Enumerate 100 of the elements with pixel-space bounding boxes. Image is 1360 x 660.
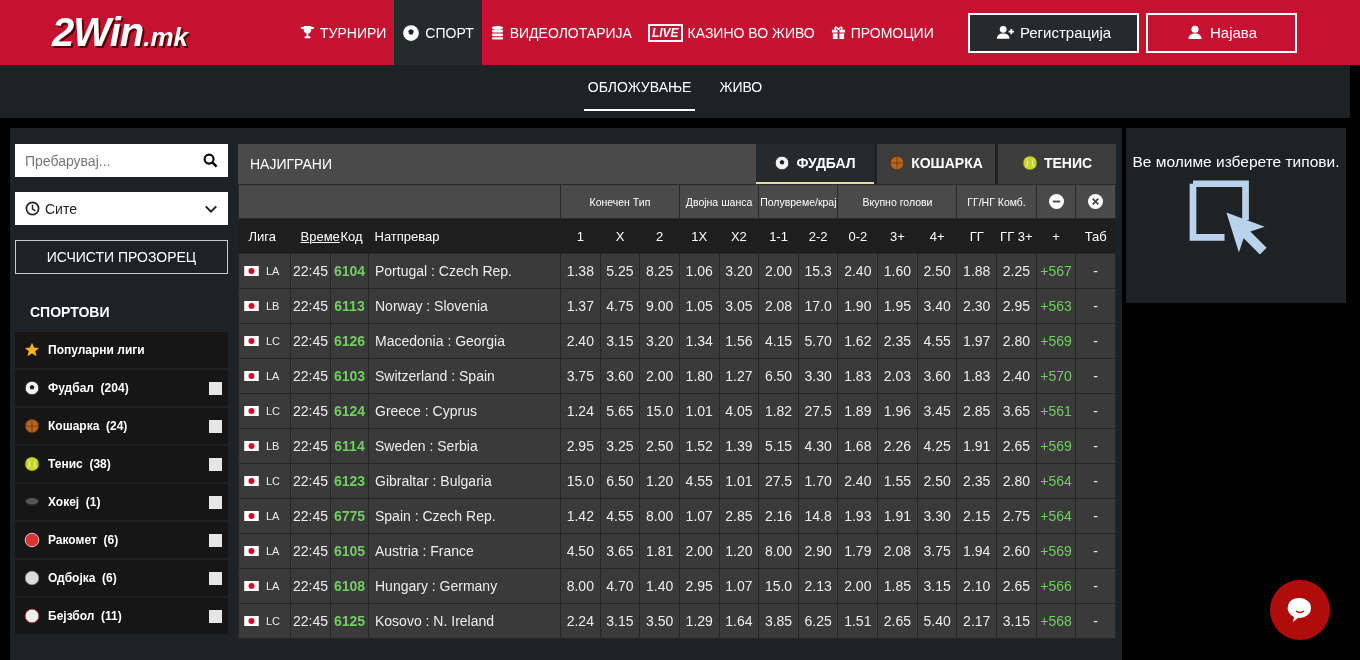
site-logo[interactable]: 2Win.mk	[52, 10, 282, 55]
flag-icon	[244, 266, 259, 276]
table-cell: 6114	[334, 438, 365, 454]
table-cell: -	[1093, 473, 1098, 489]
ball-icon	[24, 570, 40, 586]
soccer-ball-icon	[402, 23, 421, 42]
table-cell: 6105	[333, 543, 366, 559]
live-badge: LIVE	[647, 23, 683, 42]
column-header: 1-1	[769, 228, 788, 244]
flag-icon	[244, 301, 259, 311]
table-cell: LA	[266, 510, 280, 522]
table-cell: LC	[266, 615, 281, 627]
checkbox[interactable]	[209, 533, 222, 547]
table-cell: LA	[266, 370, 280, 382]
column-header: X2	[730, 228, 747, 244]
search-field[interactable]: Пребарувај...	[15, 144, 228, 177]
table-cell: LA	[266, 580, 280, 592]
table-cell: 22:45	[292, 333, 328, 349]
betslip-message: Ве молиме изберете типови.	[1132, 153, 1340, 171]
column-header: Натпревар	[374, 228, 440, 244]
checkbox[interactable]	[209, 419, 222, 433]
table-cell: -	[1093, 613, 1098, 629]
section-tab[interactable]: ЖИВО	[715, 65, 767, 111]
checkbox[interactable]	[209, 571, 222, 585]
table-cell: -	[1093, 333, 1098, 349]
table-cell: -	[1093, 438, 1098, 454]
nav-item[interactable]: LIVE КАЗИНО ВО ЖИВО	[639, 0, 823, 65]
sport-tab[interactable]: ТЕНИС	[998, 144, 1116, 184]
table-cell: 6125	[333, 613, 366, 629]
checkbox[interactable]	[209, 609, 222, 623]
nav-item[interactable]: СПОРТ	[394, 0, 482, 65]
column-group-header: Конечен Тип	[560, 184, 680, 219]
sport-item[interactable]: Тенис (38)	[15, 446, 228, 482]
sports-heading: СПОРТОВИ	[29, 303, 111, 322]
flag-icon	[244, 406, 259, 416]
checkbox[interactable]	[209, 495, 222, 509]
section-tab[interactable]: ОБЛОЖУВАЊЕ	[583, 65, 696, 111]
table-cell: -	[1093, 298, 1098, 314]
table-cell: 6123	[333, 473, 366, 489]
flag-icon	[244, 581, 259, 591]
add-user-icon	[995, 25, 1014, 40]
column-header: ГГ	[969, 228, 984, 244]
table-cell: 22:45	[292, 403, 328, 419]
column-header: Код	[340, 228, 363, 244]
table-cell: LB	[266, 440, 280, 452]
table-cell: 22:45	[292, 368, 328, 384]
column-group-header: Вкупно голови	[838, 184, 957, 219]
basketball-icon	[889, 155, 906, 171]
column-header: 2	[656, 228, 664, 244]
sport-item[interactable]: Бејзбол (11)	[15, 598, 228, 634]
table-cell: 22:45	[292, 613, 328, 629]
table-cell: -	[1093, 263, 1098, 279]
sport-item[interactable]: Одбојка (6)	[15, 560, 228, 596]
user-icon	[1186, 25, 1204, 40]
nav-item[interactable]: ВИДЕОЛОТАРИЈА	[481, 0, 640, 65]
search-icon	[203, 153, 218, 168]
column-header: 3+	[890, 228, 905, 244]
soccer-ball-icon	[24, 380, 40, 396]
column-header[interactable]: Време	[300, 228, 340, 244]
table-cell: LC	[266, 405, 281, 417]
nav-item[interactable]: ПРОМОЦИИ	[822, 0, 942, 65]
tennis-ball-icon	[1021, 155, 1038, 171]
column-header: 2-2	[808, 228, 828, 244]
minus-circle-icon[interactable]	[1048, 194, 1064, 209]
column-header: Таб	[1084, 228, 1107, 244]
sport-item[interactable]: Кошарка (24)	[15, 408, 228, 444]
basketball-icon	[24, 418, 40, 434]
table-cell: 6108	[333, 578, 366, 594]
checkbox[interactable]	[209, 457, 222, 471]
clear-button[interactable]: ИСЧИСТИ ПРОЗОРЕЦ	[15, 240, 228, 274]
sport-item[interactable]: Ракомет (6)	[15, 522, 228, 558]
sport-item[interactable]: Хокеј (1)	[15, 484, 228, 520]
sport-tab[interactable]: КОШАРКА	[877, 144, 995, 184]
login-button[interactable]: Најава	[1146, 12, 1297, 53]
soccer-ball-icon	[774, 155, 791, 171]
flag-icon	[244, 336, 259, 346]
time-filter-dropdown[interactable]: Сите	[15, 192, 228, 225]
table-cell: 6775	[333, 508, 366, 524]
section-title: НАЈИГРАНИ	[238, 144, 756, 184]
gift-icon	[830, 25, 846, 40]
sport-item[interactable]: Популарни лиги	[15, 332, 228, 368]
register-button[interactable]: Регистрација	[968, 12, 1139, 53]
chat-button[interactable]	[1270, 580, 1330, 640]
tennis-ball-icon	[24, 456, 40, 472]
trophy-icon	[300, 25, 315, 40]
table-cell: 22:45	[292, 578, 328, 594]
column-group-header: Двојна шанса	[679, 184, 759, 219]
table-cell: 22:45	[292, 473, 328, 489]
table-cell: 22:45	[292, 298, 328, 314]
flag-icon	[244, 371, 259, 381]
table-cell: 6126	[333, 333, 366, 349]
close-icon[interactable]	[1088, 194, 1104, 209]
sport-item[interactable]: Фудбал (204)	[15, 370, 228, 406]
column-header: 1X	[691, 228, 708, 244]
sport-tab[interactable]: ФУДБАЛ	[756, 144, 874, 184]
checkbox[interactable]	[209, 381, 222, 395]
table-cell: -	[1093, 403, 1098, 419]
table-cell: 6124	[333, 403, 366, 419]
nav-item[interactable]: ТУРНИРИ	[292, 0, 395, 65]
ball-icon	[24, 532, 40, 548]
